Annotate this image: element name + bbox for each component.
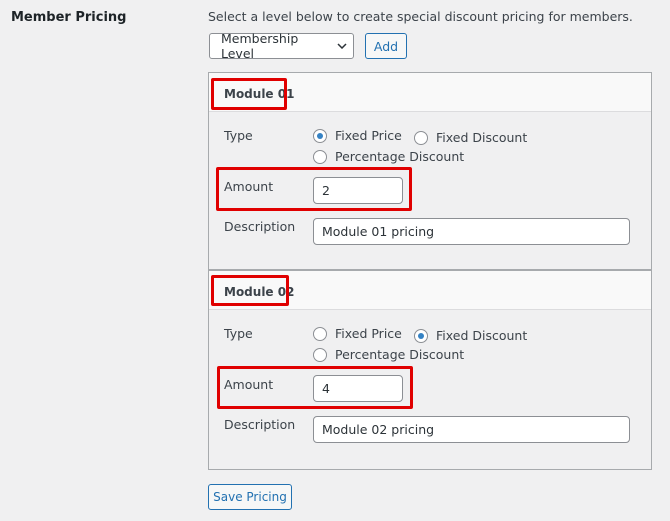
radio-fixed-price[interactable]: Fixed Price xyxy=(313,326,402,341)
amount-label: Amount xyxy=(224,377,274,392)
radio-label: Percentage Discount xyxy=(335,347,465,362)
radio-label: Fixed Discount xyxy=(436,328,528,343)
amount-label: Amount xyxy=(224,179,274,194)
radio-percentage-discount[interactable]: Percentage Discount xyxy=(313,149,464,164)
module-header: Module 01 xyxy=(209,73,651,112)
description-input[interactable]: Module 01 pricing xyxy=(313,218,630,245)
radio-unchecked-icon xyxy=(313,326,327,341)
module-pricing-block: Module 02 Type Fixed Price Fixed Discoun… xyxy=(209,271,651,469)
radio-label: Fixed Price xyxy=(335,326,402,341)
description-label: Description xyxy=(224,417,296,432)
intro-text: Select a level below to create special d… xyxy=(208,9,633,24)
radio-percentage-discount[interactable]: Percentage Discount xyxy=(313,347,464,362)
type-label: Type xyxy=(224,128,253,143)
radio-fixed-discount[interactable]: Fixed Discount xyxy=(414,328,527,343)
radio-checked-icon xyxy=(414,328,428,343)
member-pricing-label: Member Pricing xyxy=(11,10,127,25)
module-header: Module 02 xyxy=(209,271,651,310)
description-input[interactable]: Module 02 pricing xyxy=(313,416,630,443)
description-label: Description xyxy=(224,219,296,234)
radio-unchecked-icon xyxy=(313,347,327,362)
radio-fixed-price[interactable]: Fixed Price xyxy=(313,128,402,143)
radio-label: Fixed Price xyxy=(335,128,402,143)
radio-unchecked-icon xyxy=(414,130,428,145)
radio-fixed-discount[interactable]: Fixed Discount xyxy=(414,130,527,145)
module-title: Module 01 xyxy=(224,87,295,101)
radio-checked-icon xyxy=(313,128,327,143)
module-title: Module 02 xyxy=(224,285,295,299)
membership-level-select[interactable]: Membership Level xyxy=(209,31,354,61)
amount-input[interactable]: 2 xyxy=(313,177,403,204)
amount-input[interactable]: 4 xyxy=(313,375,403,402)
type-label: Type xyxy=(224,326,253,341)
add-level-button[interactable]: Add xyxy=(365,33,407,59)
radio-label: Percentage Discount xyxy=(335,149,465,164)
save-pricing-button[interactable]: Save Pricing xyxy=(208,484,292,510)
membership-level-selected: Membership Level xyxy=(221,31,299,61)
radio-unchecked-icon xyxy=(313,149,327,164)
chevron-down-icon xyxy=(332,43,353,49)
pricing-modules-panel: Module 01 Type Fixed Price Fixed Discoun… xyxy=(208,72,652,470)
radio-label: Fixed Discount xyxy=(436,130,528,145)
module-pricing-block: Module 01 Type Fixed Price Fixed Discoun… xyxy=(209,73,651,271)
